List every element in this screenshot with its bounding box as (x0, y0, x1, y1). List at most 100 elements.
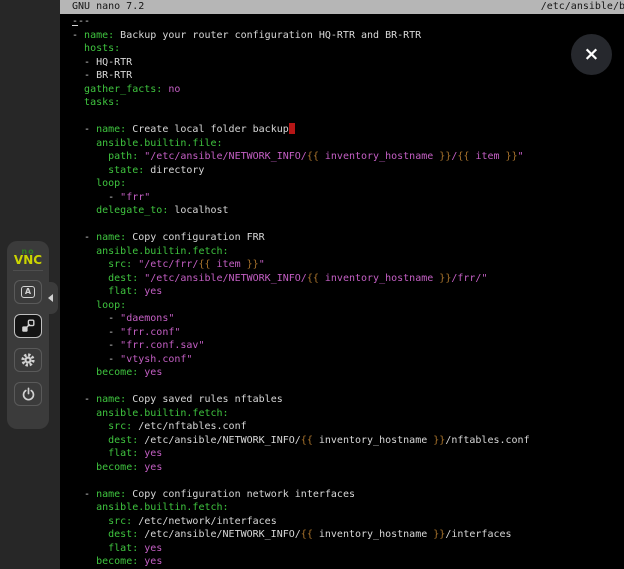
code-line: - "frr.conf.sav" (72, 339, 624, 353)
code-line: ansible.builtin.fetch: (72, 501, 624, 515)
code-token (72, 408, 96, 419)
code-token: }} (439, 273, 451, 284)
code-token: - BR-RTR (72, 70, 132, 81)
code-token (72, 84, 84, 95)
code-line: - name: Backup your router configuration… (72, 29, 624, 43)
code-token: /frr/" (451, 273, 487, 284)
code-line: - "frr.conf" (72, 326, 624, 340)
code-line: flat: yes (72, 285, 624, 299)
code-token: yes (144, 286, 162, 297)
extra-keys-button[interactable]: A (14, 280, 42, 304)
code-line: become: yes (72, 461, 624, 475)
code-line: gather_facts: no (72, 83, 624, 97)
code-token: tasks: (84, 97, 120, 108)
code-line: src: /etc/nftables.conf (72, 420, 624, 434)
code-token: "frr.conf" (120, 327, 180, 338)
code-token: yes (144, 462, 162, 473)
novnc-viewport: no VNC A (0, 0, 624, 569)
code-token: inventory_hostname (319, 151, 439, 162)
code-token: {{ (301, 435, 313, 446)
code-line: - "vtysh.conf" (72, 353, 624, 367)
code-line: ansible.builtin.fetch: (72, 245, 624, 259)
collapse-arrow-icon (48, 294, 53, 302)
code-line: hosts: (72, 42, 624, 56)
code-token: yes (144, 367, 162, 378)
code-line (72, 474, 624, 488)
code-line: - BR-RTR (72, 69, 624, 83)
code-line: - name: Create local folder backup (72, 123, 624, 137)
code-token: ansible.builtin.fetch: (96, 246, 228, 257)
code-token: Copy configuration network interfaces (126, 489, 355, 500)
code-token: dest: (108, 273, 138, 284)
code-token: hosts: (84, 43, 120, 54)
code-token: yes (144, 543, 162, 554)
code-token: yes (144, 556, 162, 567)
disconnect-button[interactable] (14, 382, 42, 406)
code-token: }} (506, 151, 518, 162)
nano-file-path: /etc/ansible/b (541, 0, 624, 14)
code-token (72, 300, 96, 311)
code-token: directory (144, 165, 204, 176)
fullscreen-button[interactable] (14, 314, 42, 338)
code-line: flat: yes (72, 447, 624, 461)
terminal-window: GNU nano 7.2 /etc/ansible/b ---- name: B… (60, 0, 624, 569)
power-icon (21, 387, 36, 402)
code-token: " (518, 151, 524, 162)
code-line: loop: (72, 177, 624, 191)
code-line: loop: (72, 299, 624, 313)
code-line: - name: Copy configuration network inter… (72, 488, 624, 502)
code-token: /etc/ansible/NETWORK_INFO/ (138, 529, 301, 540)
code-token: gather_facts: (84, 84, 162, 95)
code-line: become: yes (72, 366, 624, 380)
code-token: path: (108, 151, 138, 162)
code-token: - (72, 313, 120, 324)
code-token: "/etc/frr/ (138, 259, 198, 270)
code-token: state: (108, 165, 144, 176)
code-token: - HQ-RTR (72, 57, 132, 68)
code-token: /nftables.conf (445, 435, 529, 446)
code-token: Backup your router configuration HQ-RTR … (114, 30, 421, 41)
code-token: become: (96, 556, 138, 567)
code-token: flat: (108, 543, 138, 554)
code-token: no (168, 84, 180, 95)
code-line: flat: yes (72, 542, 624, 556)
code-line: ansible.builtin.fetch: (72, 407, 624, 421)
code-token: localhost (168, 205, 228, 216)
code-token (72, 138, 96, 149)
code-line: src: /etc/network/interfaces (72, 515, 624, 529)
code-token: Create local folder backup (126, 124, 289, 135)
code-token: src: (108, 516, 132, 527)
control-bar-handle[interactable] (42, 282, 58, 314)
close-button[interactable]: × (571, 34, 612, 75)
code-token: }} (433, 435, 445, 446)
code-token (72, 97, 84, 108)
code-line: - "daemons" (72, 312, 624, 326)
settings-button[interactable] (14, 348, 42, 372)
code-token: yes (144, 448, 162, 459)
code-line: tasks: (72, 96, 624, 110)
code-token: " (259, 259, 265, 270)
code-token: become: (96, 462, 138, 473)
code-token: name: (96, 232, 126, 243)
code-line: ansible.builtin.file: (72, 137, 624, 151)
code-line (72, 110, 624, 124)
code-token: loop: (96, 300, 126, 311)
code-token: dest: (108, 435, 138, 446)
code-token: name: (96, 394, 126, 405)
code-line (72, 380, 624, 394)
code-token: src: (108, 259, 132, 270)
panel-divider (13, 270, 43, 271)
vnc-control-panel: no VNC A (7, 241, 49, 429)
code-token (72, 529, 108, 540)
code-line: become: yes (72, 555, 624, 569)
code-token (72, 462, 96, 473)
code-token: ansible.builtin.file: (96, 138, 222, 149)
code-token: {{ (307, 273, 319, 284)
code-token: {{ (301, 529, 313, 540)
code-token: /etc/network/interfaces (132, 516, 277, 527)
code-token: item (211, 259, 247, 270)
editor-content[interactable]: ---- name: Backup your router configurat… (60, 14, 624, 569)
text-cursor (289, 123, 295, 134)
code-token (72, 178, 96, 189)
code-token: name: (96, 124, 126, 135)
